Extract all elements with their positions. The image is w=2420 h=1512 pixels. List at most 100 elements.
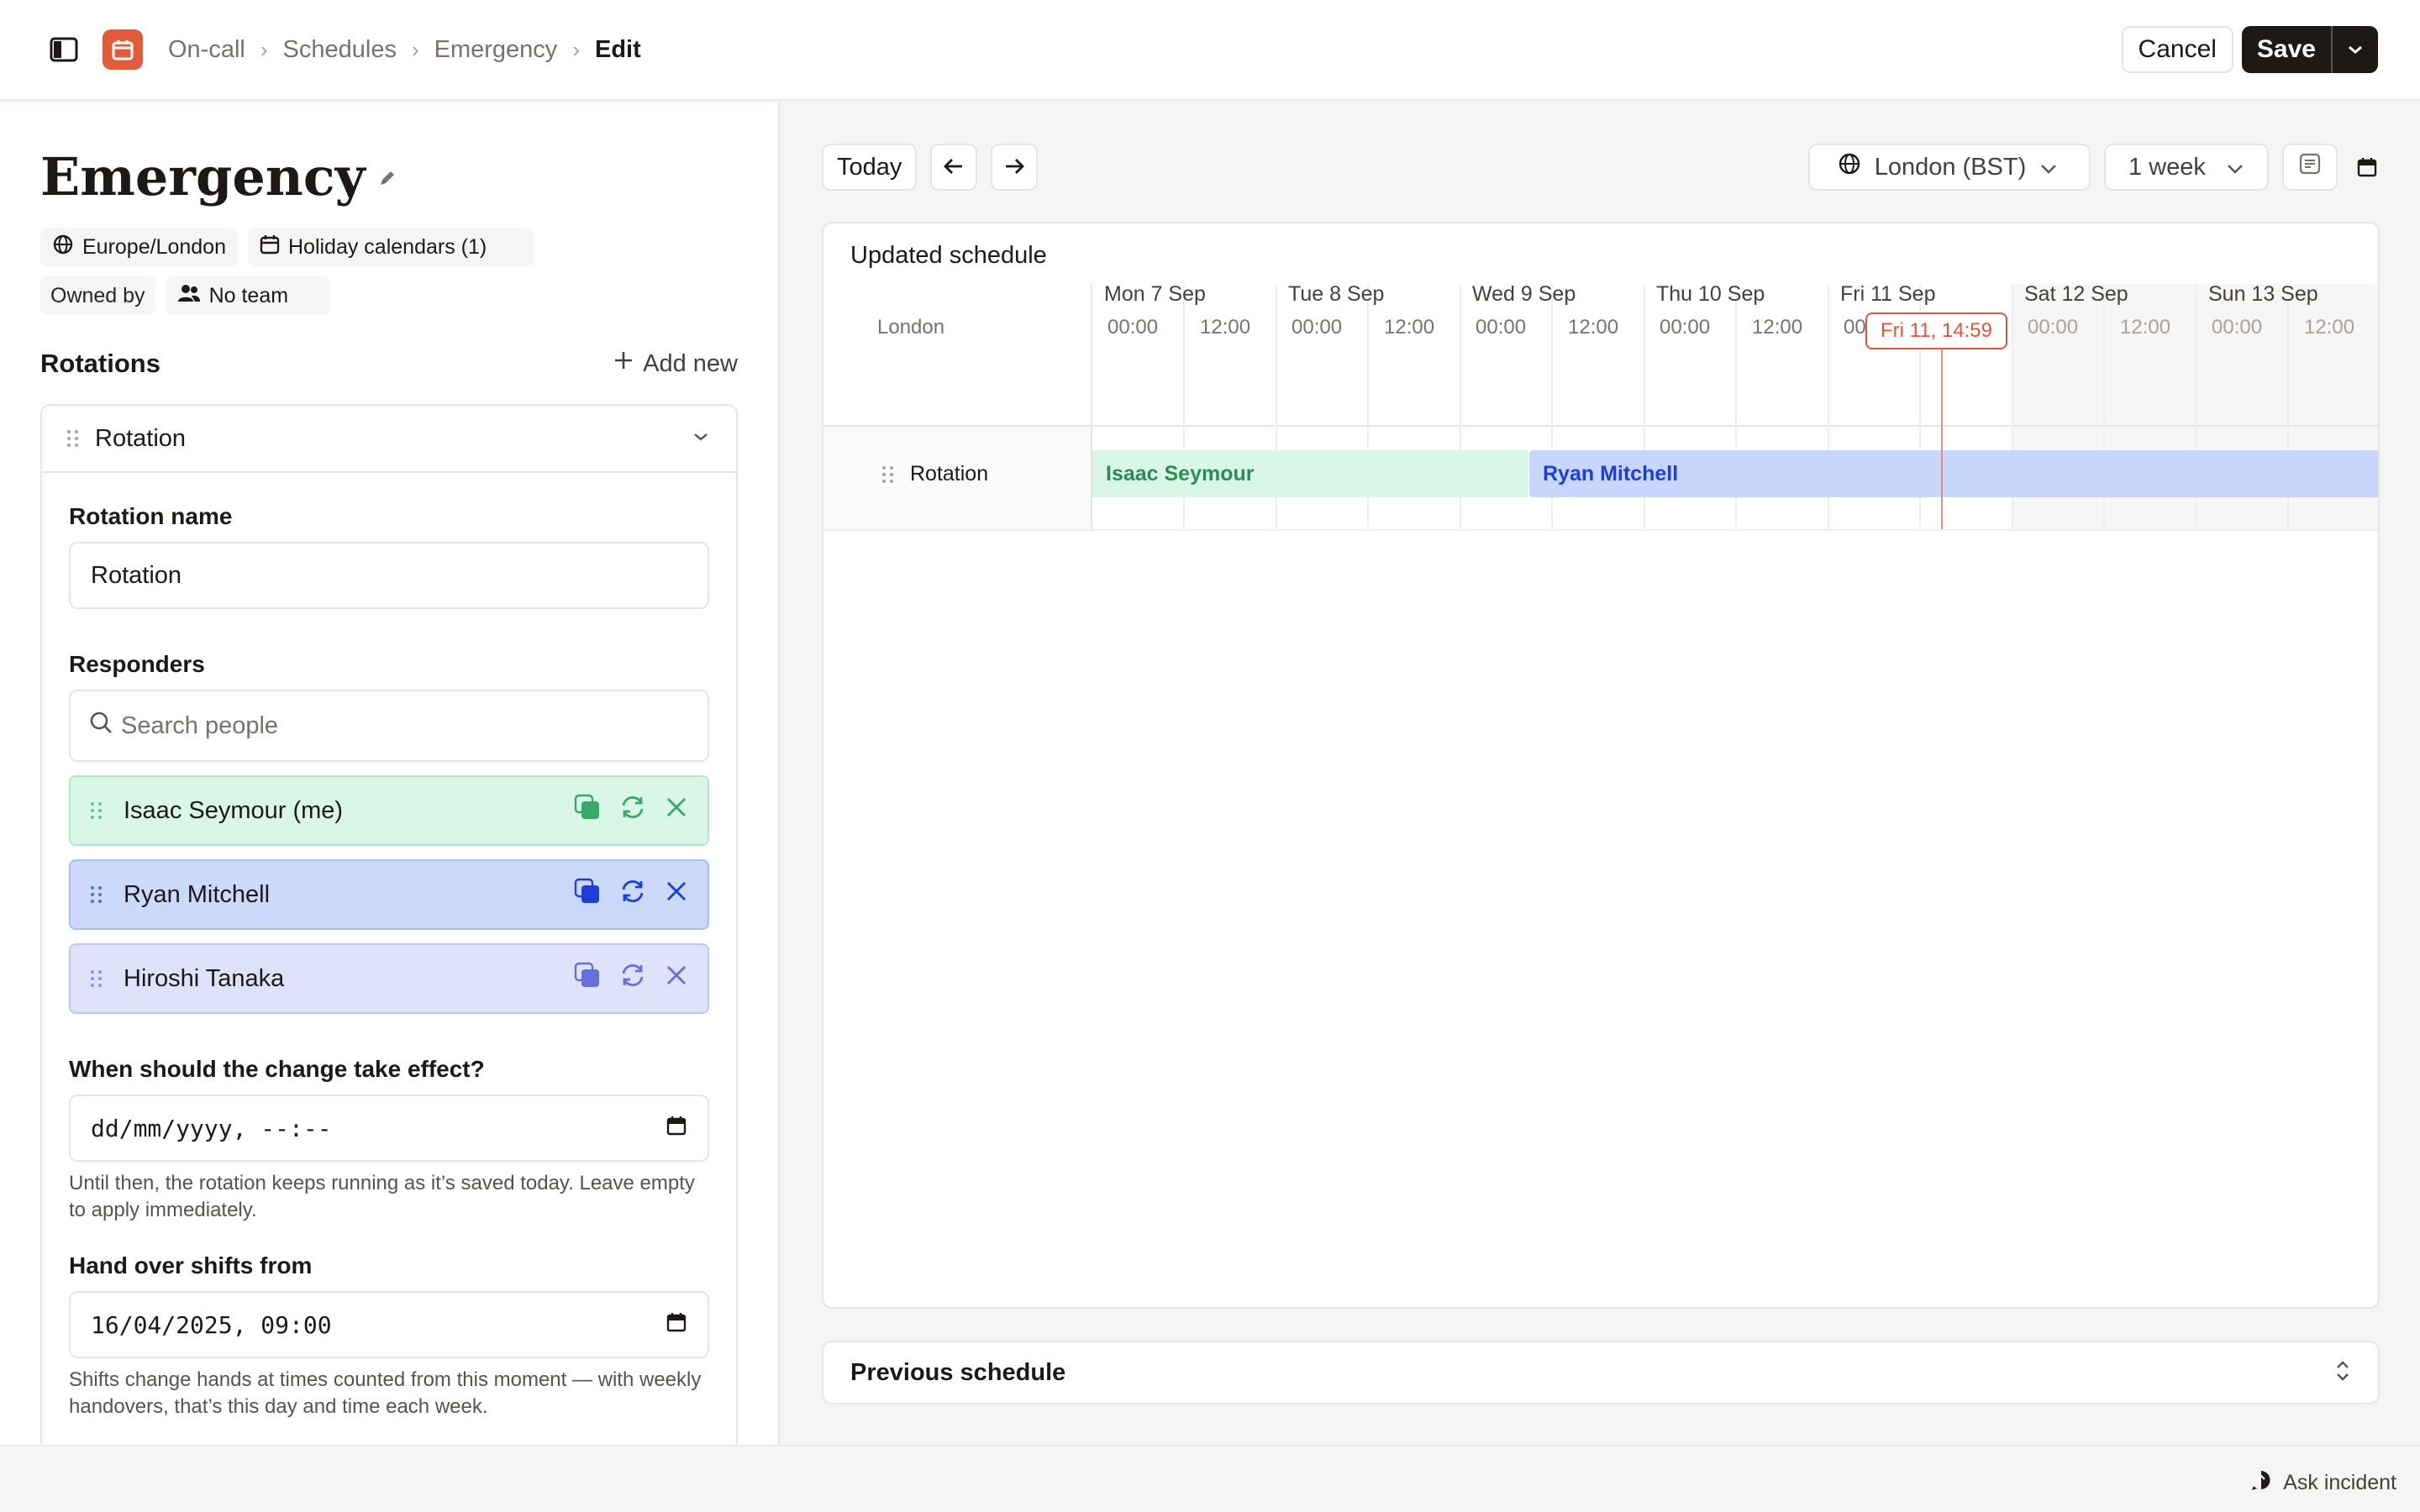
- time-label: 12:00: [1200, 316, 1251, 339]
- updated-schedule-card: Updated schedule London Mon 7 Sep Tue 8 …: [822, 222, 2380, 1309]
- day-label: Tue 8 Sep: [1288, 282, 1385, 306]
- expand-collapse-icon[interactable]: [2334, 1359, 2351, 1387]
- location-label: London: [877, 316, 945, 339]
- breadcrumb-on-call[interactable]: On-call: [168, 36, 245, 64]
- handover-date-input[interactable]: 16/04/2025, 09:00: [69, 1291, 709, 1358]
- team-chip-label: No team: [208, 283, 289, 307]
- schedule-editor-panel: Emergency Europe/London Holiday calendar…: [0, 102, 780, 1445]
- rotation-row-label: Rotation: [882, 462, 988, 486]
- day-label: Fri 11 Sep: [1840, 282, 1936, 306]
- close-icon[interactable]: [664, 795, 689, 827]
- drag-handle-icon[interactable]: [91, 886, 102, 903]
- rotations-title: Rotations: [40, 349, 160, 378]
- close-icon[interactable]: [664, 963, 689, 995]
- drag-handle-icon[interactable]: [91, 802, 102, 819]
- team-chip[interactable]: No team: [165, 276, 330, 315]
- top-bar: On-call › Schedules › Emergency › Edit C…: [0, 0, 2420, 101]
- today-button[interactable]: Today: [822, 144, 918, 191]
- effect-date-input[interactable]: dd/mm/yyyy, --:--: [69, 1095, 709, 1162]
- day-label: Mon 7 Sep: [1104, 282, 1206, 306]
- chevron-down-icon[interactable]: [692, 431, 709, 447]
- page-title[interactable]: Emergency: [40, 146, 366, 207]
- schedule-meta-chips: Europe/London Holiday calendars (1) Owne…: [40, 228, 578, 315]
- calendar-app-icon[interactable]: [103, 29, 143, 70]
- drag-handle-icon[interactable]: [91, 970, 102, 987]
- ask-incident-button[interactable]: Ask incident: [2249, 1468, 2396, 1498]
- people-icon: [177, 283, 201, 309]
- add-new-rotation-button[interactable]: Add new: [613, 349, 738, 378]
- breadcrumb-emergency[interactable]: Emergency: [434, 36, 558, 64]
- time-label: 12:00: [1568, 316, 1619, 339]
- rotation-name-input[interactable]: Rotation: [69, 542, 709, 609]
- effect-date-label: When should the change take effect?: [69, 1056, 485, 1082]
- search-people-input[interactable]: Search people: [69, 690, 709, 762]
- add-new-label: Add new: [643, 349, 738, 377]
- time-label: 00:00: [1292, 316, 1343, 339]
- time-label: 00:00: [1107, 316, 1159, 339]
- save-options-chevron-down-icon[interactable]: [2331, 26, 2378, 73]
- day-label: Wed 9 Sep: [1472, 282, 1576, 306]
- calendar-view-icon[interactable]: [2354, 156, 2380, 178]
- day-label: Sun 13 Sep: [2208, 282, 2318, 306]
- responder-name: Isaac Seymour (me): [124, 796, 344, 824]
- list-view-icon: [2298, 152, 2322, 182]
- refresh-icon[interactable]: [618, 961, 647, 996]
- rotation-name-label: Rotation name: [69, 503, 233, 529]
- time-label: 00:00: [1476, 316, 1527, 339]
- holiday-calendars-chip[interactable]: Holiday calendars (1): [247, 228, 534, 266]
- responder-name: Hiroshi Tanaka: [124, 964, 285, 992]
- pencil-icon[interactable]: [377, 168, 397, 192]
- calendar-icon[interactable]: [666, 1115, 687, 1142]
- row-divider: [823, 529, 2378, 531]
- cancel-button[interactable]: Cancel: [2121, 26, 2233, 73]
- sidebar-toggle-icon[interactable]: [47, 33, 81, 66]
- day-label: Sat 12 Sep: [2024, 282, 2128, 306]
- calendar-toolbar: Today London (BST) 1 week: [822, 143, 2380, 192]
- rotation-card: Rotation Rotation name Rotation Responde…: [40, 404, 738, 1445]
- chat-icon: [2249, 1468, 2273, 1498]
- range-select[interactable]: 1 week: [2104, 144, 2269, 191]
- copy-icon[interactable]: [573, 793, 602, 828]
- previous-schedule-card[interactable]: Previous schedule: [822, 1341, 2380, 1404]
- time-label: 12:00: [1384, 316, 1435, 339]
- effect-date-help: Until then, the rotation keeps running a…: [69, 1172, 695, 1221]
- responder-row[interactable]: Ryan Mitchell: [69, 859, 709, 930]
- search-placeholder: Search people: [121, 711, 279, 739]
- refresh-icon[interactable]: [618, 877, 647, 912]
- bottom-bar: Ask incident: [0, 1445, 2420, 1512]
- breadcrumb-edit: Edit: [594, 35, 641, 63]
- day-label: Thu 10 Sep: [1656, 282, 1765, 306]
- drag-handle-icon[interactable]: [882, 465, 893, 483]
- chevron-down-icon: [2039, 154, 2058, 181]
- save-button[interactable]: Save: [2242, 26, 2331, 73]
- owned-by-label: Owned by: [40, 276, 155, 315]
- refresh-icon[interactable]: [618, 793, 647, 828]
- rotation-card-header[interactable]: Rotation: [42, 406, 736, 473]
- ask-incident-label: Ask incident: [2283, 1471, 2396, 1494]
- globe-icon: [1838, 152, 1861, 182]
- time-label: 12:00: [2120, 316, 2171, 339]
- time-label: 00:00: [2212, 316, 2263, 339]
- responder-name: Ryan Mitchell: [124, 880, 271, 908]
- holiday-calendars-label: Holiday calendars (1): [287, 234, 487, 259]
- copy-icon[interactable]: [573, 877, 602, 912]
- rotation-card-title: Rotation: [95, 424, 187, 452]
- breadcrumb-schedules[interactable]: Schedules: [283, 36, 397, 64]
- calendar-icon[interactable]: [666, 1311, 687, 1339]
- shift-block[interactable]: Isaac Seymour: [1092, 450, 1528, 497]
- timezone-select[interactable]: London (BST): [1808, 144, 2091, 191]
- previous-week-button[interactable]: [930, 144, 978, 191]
- timezone-chip[interactable]: Europe/London: [40, 228, 238, 266]
- shift-block[interactable]: Ryan Mitchell: [1529, 450, 2378, 497]
- current-time-badge: Fri 11, 14:59: [1865, 312, 2007, 349]
- next-week-button[interactable]: [991, 144, 1039, 191]
- arrow-left-icon: [943, 154, 965, 181]
- responder-row[interactable]: Hiroshi Tanaka: [69, 943, 709, 1014]
- close-icon[interactable]: [664, 879, 689, 911]
- responders-label: Responders: [69, 651, 205, 677]
- drag-handle-icon[interactable]: [67, 430, 78, 447]
- responder-row[interactable]: Isaac Seymour (me): [69, 775, 709, 846]
- copy-icon[interactable]: [573, 961, 602, 996]
- list-view-button[interactable]: [2282, 144, 2338, 191]
- range-select-value: 1 week: [2128, 153, 2206, 181]
